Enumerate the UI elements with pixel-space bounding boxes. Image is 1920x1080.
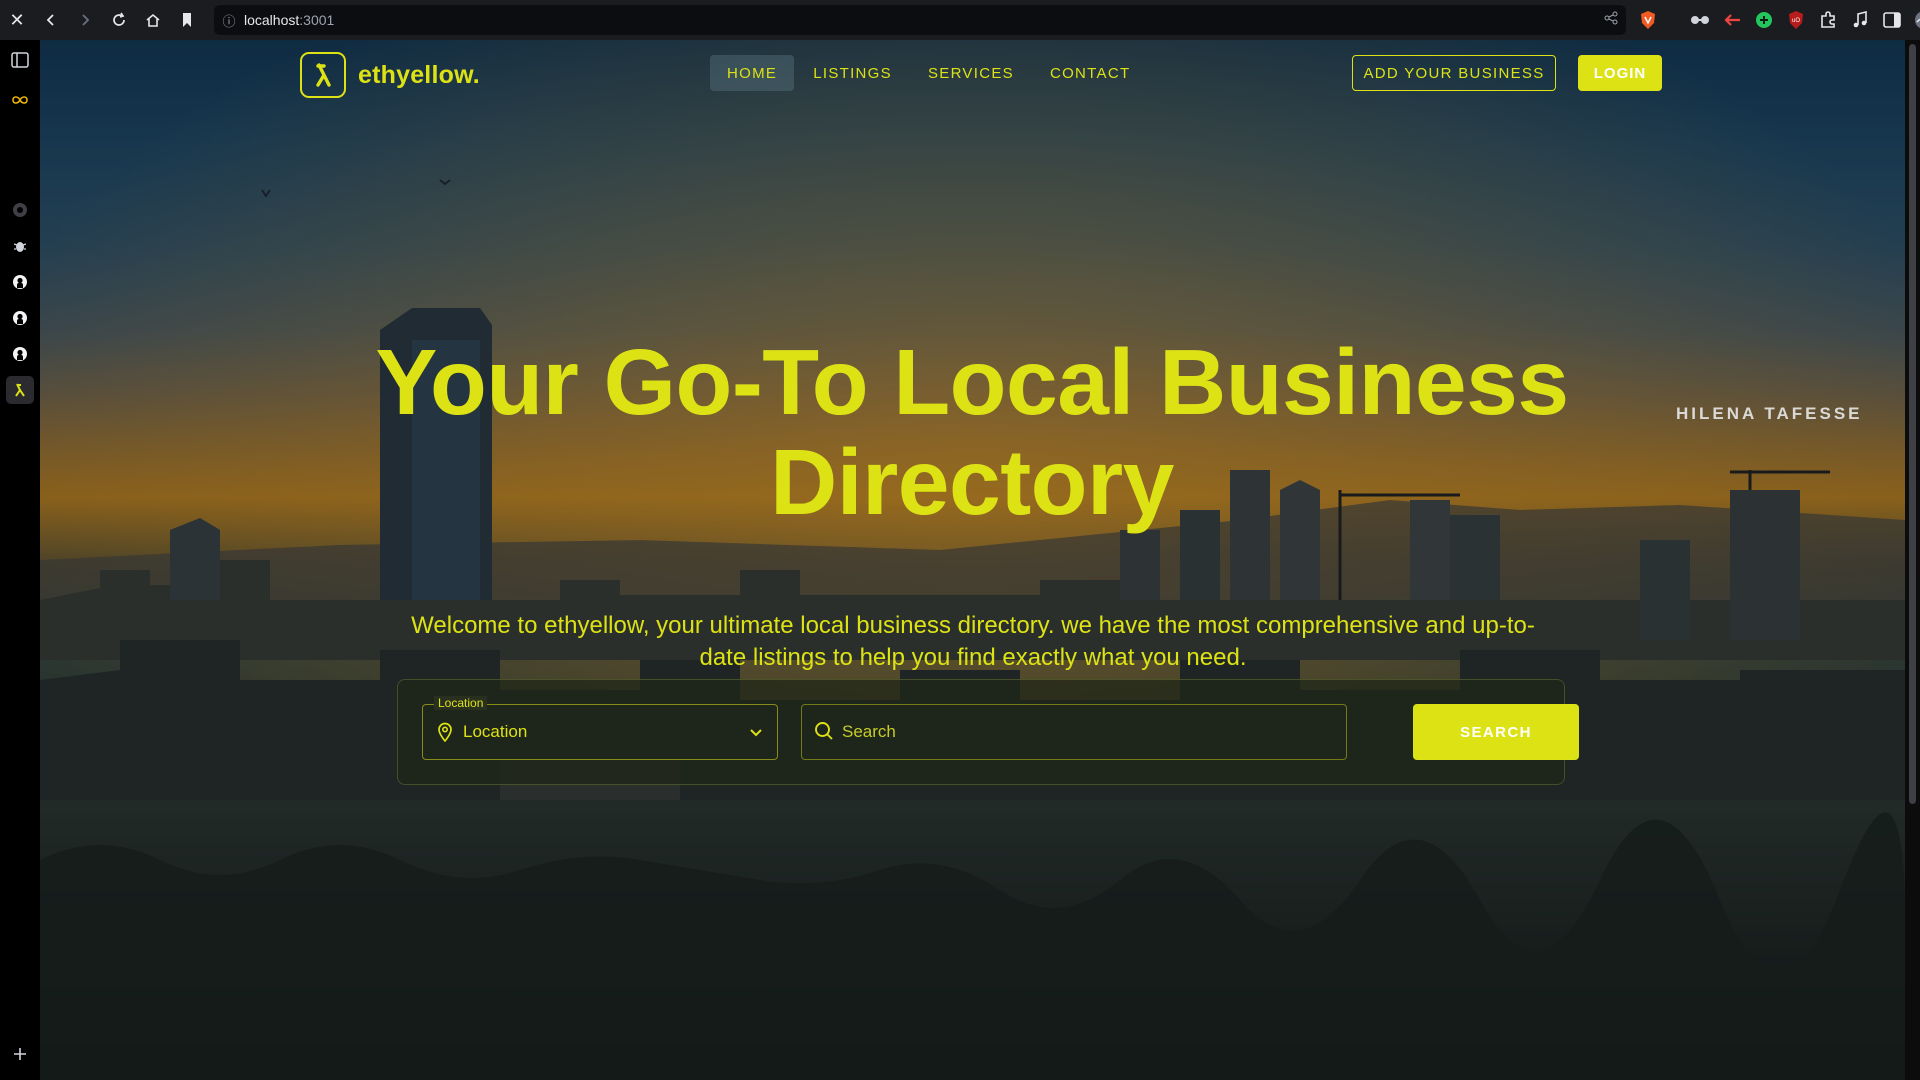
green-plus-icon[interactable] <box>1752 8 1776 32</box>
search-button[interactable]: SEARCH <box>1413 704 1579 760</box>
location-value: Location <box>463 722 528 741</box>
site-info-icon[interactable]: ⓘ <box>214 11 244 30</box>
site-logo[interactable]: ethyellow. <box>300 52 480 98</box>
nav-home[interactable]: HOME <box>710 55 795 91</box>
nav-contact[interactable]: CONTACT <box>1033 55 1147 91</box>
ublock-icon[interactable]: uO <box>1784 8 1808 32</box>
back-icon[interactable] <box>34 0 68 40</box>
share-icon[interactable] <box>1604 11 1618 30</box>
login-button[interactable]: LOGIN <box>1578 55 1662 91</box>
site-header: ethyellow. HOME LISTINGS SERVICES CONTAC… <box>40 40 1905 120</box>
search-icon <box>814 721 834 746</box>
profile-icon[interactable] <box>1912 8 1920 32</box>
location-label: Location <box>434 696 488 710</box>
background-dim-overlay <box>40 40 1905 1080</box>
hero-subtitle: Welcome to ethyellow, your ultimate loca… <box>411 612 1535 671</box>
brave-shield-icon[interactable] <box>1636 8 1660 32</box>
svg-text:uO: uO <box>1792 18 1800 24</box>
hero-title: Your Go-To Local Business Directory <box>375 330 1569 534</box>
panel-toggle-icon[interactable] <box>8 48 32 72</box>
github-icon[interactable] <box>8 198 32 222</box>
scrollbar-thumb[interactable] <box>1909 44 1916 804</box>
page-viewport: ethyellow. HOME LISTINGS SERVICES CONTAC… <box>40 40 1905 1080</box>
search-panel: Location Location SEARCH <box>397 679 1579 785</box>
bookmark-icon[interactable] <box>170 0 204 40</box>
browser-sidebar <box>0 40 40 1080</box>
url-text[interactable]: localhost:3001 <box>244 12 334 28</box>
github-icon[interactable] <box>8 342 32 366</box>
bug-icon[interactable] <box>8 234 32 258</box>
map-pin-icon <box>437 722 453 747</box>
photo-credit-watermark: HILENA TAFESSE <box>1676 404 1863 423</box>
nav-listings[interactable]: LISTINGS <box>796 55 909 91</box>
home-icon[interactable] <box>136 0 170 40</box>
music-icon[interactable] <box>1848 8 1872 32</box>
reload-icon[interactable] <box>102 0 136 40</box>
infinity-icon[interactable] <box>8 88 32 112</box>
github-icon[interactable] <box>8 270 32 294</box>
red-arrow-icon[interactable] <box>1720 8 1744 32</box>
chevron-down-icon[interactable] <box>749 725 763 743</box>
address-bar[interactable]: ⓘ localhost:3001 <box>214 5 1626 35</box>
sidebar-toggle-icon[interactable] <box>1880 8 1904 32</box>
nav-services[interactable]: SERVICES <box>911 55 1031 91</box>
logo-text: ethyellow. <box>358 60 480 89</box>
search-field[interactable] <box>801 704 1347 760</box>
github-icon[interactable] <box>8 306 32 330</box>
location-select[interactable]: Location Location <box>422 696 778 760</box>
glasses-icon[interactable] <box>1688 8 1712 32</box>
add-business-button[interactable]: ADD YOUR BUSINESS <box>1352 55 1556 91</box>
close-icon[interactable]: ✕ <box>0 0 34 40</box>
add-icon[interactable] <box>8 1042 32 1066</box>
search-input[interactable] <box>842 705 1332 758</box>
forward-icon[interactable] <box>68 0 102 40</box>
ethyellow-icon[interactable] <box>6 376 34 404</box>
puzzle-icon[interactable] <box>1816 8 1840 32</box>
main-menu: HOME LISTINGS SERVICES CONTACT <box>710 55 1147 91</box>
browser-toolbar: ✕ ⓘ localhost:3001 uO <box>0 0 1920 40</box>
page-scrollbar[interactable] <box>1905 40 1920 1080</box>
logo-icon <box>300 52 346 98</box>
